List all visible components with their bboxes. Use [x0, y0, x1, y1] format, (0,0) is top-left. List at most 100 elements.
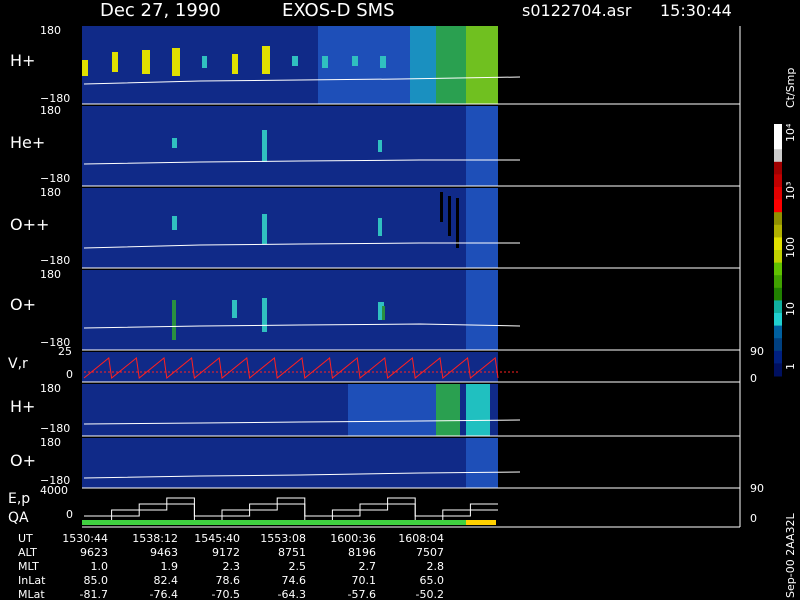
plot-canvas: Dec 27, 1990 EXOS-D SMS s0122704.asr 15:…: [8, 0, 797, 600]
colorbar-segment: [774, 325, 782, 339]
footer-cell: 78.6: [216, 574, 241, 587]
footer-row-label: UT: [18, 532, 33, 545]
footer-cell: 65.0: [420, 574, 445, 587]
p-line: [84, 503, 498, 523]
footer-cell: 2.3: [223, 560, 241, 573]
panel8-label2: QA: [8, 510, 29, 526]
panel-h-plus-energy: [82, 384, 521, 436]
panel5-ybot: 0: [66, 368, 73, 381]
exos-d-sms-plot: { "header": { "date": "Dec 27, 1990", "i…: [0, 0, 800, 600]
e-p-step-series: [84, 497, 498, 523]
footer-cell: 2.5: [289, 560, 307, 573]
panel-o-plus-pitch: [82, 270, 521, 350]
colorbar: [774, 124, 782, 377]
panel5-ytop: 25: [58, 345, 72, 358]
footer-cell: 1.9: [161, 560, 179, 573]
e-line: [84, 497, 498, 517]
colorbar-segment: [774, 313, 782, 327]
panel4-ytop: 180: [40, 268, 61, 281]
panel-o-plus-energy: [82, 438, 521, 488]
colorbar-segment: [774, 199, 782, 213]
colorbar-tick-100: 100: [784, 237, 797, 258]
colorbar-tick-1e4: 10⁴: [784, 123, 797, 142]
footer-cell: 1545:40: [194, 532, 240, 545]
colorbar-segment: [774, 161, 782, 175]
panel1-label: H+: [10, 51, 35, 70]
colorbar-segment: [774, 212, 782, 226]
footer-cell: 8751: [278, 546, 306, 559]
colorbar-title: Ct/Smp: [784, 68, 797, 108]
header-file: s0122704.asr: [522, 1, 632, 20]
footer-cell: -50.2: [416, 588, 444, 600]
colorbar-tick-1e3: 10³: [784, 182, 797, 200]
panel8-label: E,p: [8, 491, 30, 507]
footer-cell: 1530:44: [62, 532, 108, 545]
panel2-ytop: 180: [40, 104, 61, 117]
colorbar-segment: [774, 224, 782, 238]
footer-cell: 9172: [212, 546, 240, 559]
panel5-label: V,r: [8, 356, 28, 372]
header-instrument: EXOS-D SMS: [282, 0, 395, 21]
panel4-label: O+: [10, 295, 36, 314]
panel-e-p-qa: [82, 497, 498, 525]
footer-cell: 82.4: [154, 574, 179, 587]
panel7-ytop: 180: [40, 436, 61, 449]
colorbar-segment: [774, 174, 782, 188]
panel3-label: O++: [10, 215, 49, 234]
footer-cell: 1.0: [91, 560, 109, 573]
panel3-ytop: 180: [40, 186, 61, 199]
colorbar-segment: [774, 363, 782, 377]
colorbar-segment: [774, 275, 782, 289]
panel6-label: H+: [10, 397, 35, 416]
footer-cell: -64.3: [278, 588, 306, 600]
panel6-ytop: 180: [40, 382, 61, 395]
colorbar-segment: [774, 149, 782, 163]
footer-row-label: InLat: [18, 574, 46, 587]
footer-cell: 9623: [80, 546, 108, 559]
panel3-ybot: −180: [40, 254, 70, 267]
panel6-ybot: −180: [40, 422, 70, 435]
footer-cell: 1553:08: [260, 532, 306, 545]
panel5-right-bot: 0: [750, 372, 757, 385]
footer-cell: -81.7: [80, 588, 108, 600]
colorbar-tick-10: 10: [784, 302, 797, 316]
footer-row-label: MLT: [18, 560, 39, 573]
panel8-right-tick: 0: [750, 512, 757, 525]
panel5-right-top: 90: [750, 345, 764, 358]
footer-row-label: MLat: [18, 588, 45, 600]
colorbar-segment: [774, 350, 782, 364]
header-time: 15:30:44: [660, 1, 732, 20]
qa-bar-good: [82, 520, 466, 525]
panel-v-r: [82, 352, 520, 382]
footer-cell: 74.6: [282, 574, 307, 587]
colorbar-segment: [774, 237, 782, 251]
footer-cell: 1608:04: [398, 532, 444, 545]
panel1-ytop: 180: [40, 24, 61, 37]
footer-cell: 2.7: [359, 560, 377, 573]
footer-cell: 1538:12: [132, 532, 178, 545]
qa-bar-warning: [466, 520, 496, 525]
footer-cell: 1600:36: [330, 532, 376, 545]
footer-cell: 2.8: [427, 560, 445, 573]
footer-cell: 9463: [150, 546, 178, 559]
colorbar-segment: [774, 338, 782, 352]
colorbar-segment: [774, 250, 782, 264]
footer-cell: -70.5: [212, 588, 240, 600]
panel8-ybot: 0: [66, 508, 73, 521]
panel-h-plus-pitch: [82, 26, 521, 104]
footer-row-label: ALT: [18, 546, 37, 559]
panel7-right-tick: 90: [750, 482, 764, 495]
header-date: Dec 27, 1990: [100, 0, 221, 21]
panel2-label: He+: [10, 133, 45, 152]
footer-cell: -57.6: [348, 588, 376, 600]
panel2-ybot: −180: [40, 172, 70, 185]
colorbar-segment: [774, 287, 782, 301]
footer-cell: 8196: [348, 546, 376, 559]
footer-cell: 7507: [416, 546, 444, 559]
panel7-label: O+: [10, 451, 36, 470]
footer-stamp: Sep-00 2AA32L: [784, 512, 797, 598]
colorbar-segment: [774, 262, 782, 276]
colorbar-segment: [774, 136, 782, 150]
footer-cell: 70.1: [352, 574, 377, 587]
colorbar-segment: [774, 187, 782, 201]
